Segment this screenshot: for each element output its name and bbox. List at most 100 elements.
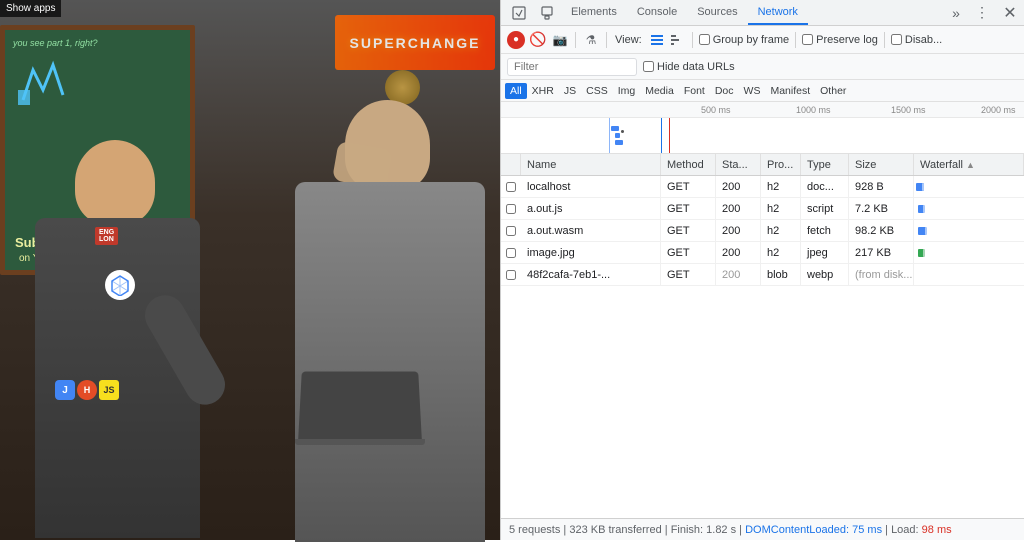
network-toolbar: ● 🚫 📷 ⚗ View: Group by frame Preserve lo… — [501, 26, 1024, 54]
th-protocol[interactable]: Pro... — [761, 154, 801, 175]
td-waterfall-4 — [914, 264, 1024, 285]
td-name-3: image.jpg — [521, 242, 661, 263]
td-type-0: doc... — [801, 176, 849, 197]
filter-icon-button[interactable]: ⚗ — [582, 31, 600, 49]
tab-network[interactable]: Network — [748, 0, 808, 25]
type-filter-media[interactable]: Media — [640, 83, 679, 99]
td-type-3: jpeg — [801, 242, 849, 263]
td-status-2: 200 — [716, 220, 761, 241]
timeline-chart — [501, 118, 1024, 154]
devtools-tabs-bar: Elements Console Sources Network » ⋮ ✕ — [501, 0, 1024, 26]
toolbar-divider-1 — [575, 32, 576, 48]
type-filter-font[interactable]: Font — [679, 83, 710, 99]
status-requests: 5 requests — [509, 524, 560, 536]
view-label: View: — [615, 34, 642, 46]
th-waterfall[interactable]: Waterfall ▲ — [914, 154, 1024, 175]
th-type[interactable]: Type — [801, 154, 849, 175]
td-status-0: 200 — [716, 176, 761, 197]
row-checkbox-3[interactable] — [506, 248, 516, 258]
hide-data-urls-checkbox[interactable] — [643, 61, 654, 72]
preserve-log-label[interactable]: Preserve log — [802, 34, 878, 46]
timeline-ruler: 500 ms 1000 ms 1500 ms 2000 ms — [501, 102, 1024, 118]
hide-data-urls-label[interactable]: Hide data URLs — [643, 61, 735, 73]
td-method-0: GET — [661, 176, 716, 197]
td-name-2: a.out.wasm — [521, 220, 661, 241]
td-protocol-4: blob — [761, 264, 801, 285]
td-type-4: webp — [801, 264, 849, 285]
type-filter-manifest[interactable]: Manifest — [765, 83, 815, 99]
devtools-settings-icon[interactable]: ⋮ — [968, 0, 996, 25]
filter-bar: Hide data URLs — [501, 54, 1024, 80]
group-by-frame-label[interactable]: Group by frame — [699, 34, 789, 46]
td-status-1: 200 — [716, 198, 761, 219]
td-size-3: 217 KB — [849, 242, 914, 263]
view-list-button[interactable] — [648, 31, 666, 49]
td-type-1: script — [801, 198, 849, 219]
view-waterfall-button[interactable] — [668, 31, 686, 49]
td-waterfall-1 — [914, 198, 1024, 219]
disable-cache-label[interactable]: Disab... — [891, 34, 942, 46]
network-table: Name Method Sta... Pro... Type Size Wate… — [501, 154, 1024, 518]
show-apps-bar[interactable]: Show apps — [0, 0, 61, 17]
ruler-label-1000ms: 1000 ms — [796, 105, 831, 115]
td-status-3: 200 — [716, 242, 761, 263]
status-load-value: 98 ms — [922, 524, 952, 536]
type-filter-css[interactable]: CSS — [581, 83, 613, 99]
devtools-panel: Elements Console Sources Network » ⋮ ✕ ●… — [500, 0, 1024, 540]
record-button[interactable]: ● — [507, 31, 525, 49]
td-waterfall-0 — [914, 176, 1024, 197]
filter-input[interactable] — [507, 58, 637, 76]
td-name-0: localhost — [521, 176, 661, 197]
row-checkbox-0[interactable] — [506, 182, 516, 192]
timeline-area: 500 ms 1000 ms 1500 ms 2000 ms — [501, 102, 1024, 154]
td-name-1: a.out.js — [521, 198, 661, 219]
td-type-2: fetch — [801, 220, 849, 241]
th-method[interactable]: Method — [661, 154, 716, 175]
table-row[interactable]: a.out.wasm GET 200 h2 fetch 98.2 KB — [501, 220, 1024, 242]
group-by-frame-checkbox[interactable] — [699, 34, 710, 45]
devtools-close-button[interactable]: ✕ — [996, 0, 1024, 25]
th-size[interactable]: Size — [849, 154, 914, 175]
waterfall-sort-icon: ▲ — [966, 160, 975, 170]
th-status[interactable]: Sta... — [716, 154, 761, 175]
device-icon[interactable] — [533, 0, 561, 25]
status-load-label: Load: — [891, 524, 919, 536]
show-apps-label: Show apps — [6, 3, 55, 14]
type-filter-all[interactable]: All — [505, 83, 527, 99]
type-filter-img[interactable]: Img — [613, 83, 641, 99]
status-domcl-value: 75 ms — [852, 524, 882, 536]
status-domcl-label: DOMContentLoaded: — [745, 524, 849, 536]
table-row[interactable]: a.out.js GET 200 h2 script 7.2 KB — [501, 198, 1024, 220]
capture-screenshot-button[interactable]: 📷 — [551, 31, 569, 49]
type-filter-doc[interactable]: Doc — [710, 83, 739, 99]
row-checkbox-4[interactable] — [506, 270, 516, 280]
type-filter-ws[interactable]: WS — [739, 83, 766, 99]
status-bar: 5 requests | 323 KB transferred | Finish… — [501, 518, 1024, 540]
ruler-label-2000ms: 2000 ms — [981, 105, 1016, 115]
table-row[interactable]: image.jpg GET 200 h2 jpeg 217 KB — [501, 242, 1024, 264]
toolbar-divider-5 — [884, 32, 885, 48]
row-checkbox-1[interactable] — [506, 204, 516, 214]
type-filter-other[interactable]: Other — [815, 83, 851, 99]
more-tabs-button[interactable]: » — [944, 0, 968, 25]
td-method-2: GET — [661, 220, 716, 241]
td-protocol-1: h2 — [761, 198, 801, 219]
table-row[interactable]: localhost GET 200 h2 doc... 928 B — [501, 176, 1024, 198]
tab-console[interactable]: Console — [627, 0, 687, 25]
disable-cache-checkbox[interactable] — [891, 34, 902, 45]
type-filter-js[interactable]: JS — [559, 83, 581, 99]
td-size-1: 7.2 KB — [849, 198, 914, 219]
inspect-icon[interactable] — [505, 0, 533, 25]
type-filter-xhr[interactable]: XHR — [527, 83, 559, 99]
tab-sources[interactable]: Sources — [687, 0, 747, 25]
td-size-2: 98.2 KB — [849, 220, 914, 241]
th-name[interactable]: Name — [521, 154, 661, 175]
clear-button[interactable]: 🚫 — [529, 31, 547, 49]
td-protocol-0: h2 — [761, 176, 801, 197]
tab-elements[interactable]: Elements — [561, 0, 627, 25]
td-protocol-3: h2 — [761, 242, 801, 263]
table-row[interactable]: 48f2cafa-7eb1-... GET 200 blob webp (fro… — [501, 264, 1024, 286]
preserve-log-checkbox[interactable] — [802, 34, 813, 45]
row-checkbox-2[interactable] — [506, 226, 516, 236]
toolbar-divider-3 — [692, 32, 693, 48]
